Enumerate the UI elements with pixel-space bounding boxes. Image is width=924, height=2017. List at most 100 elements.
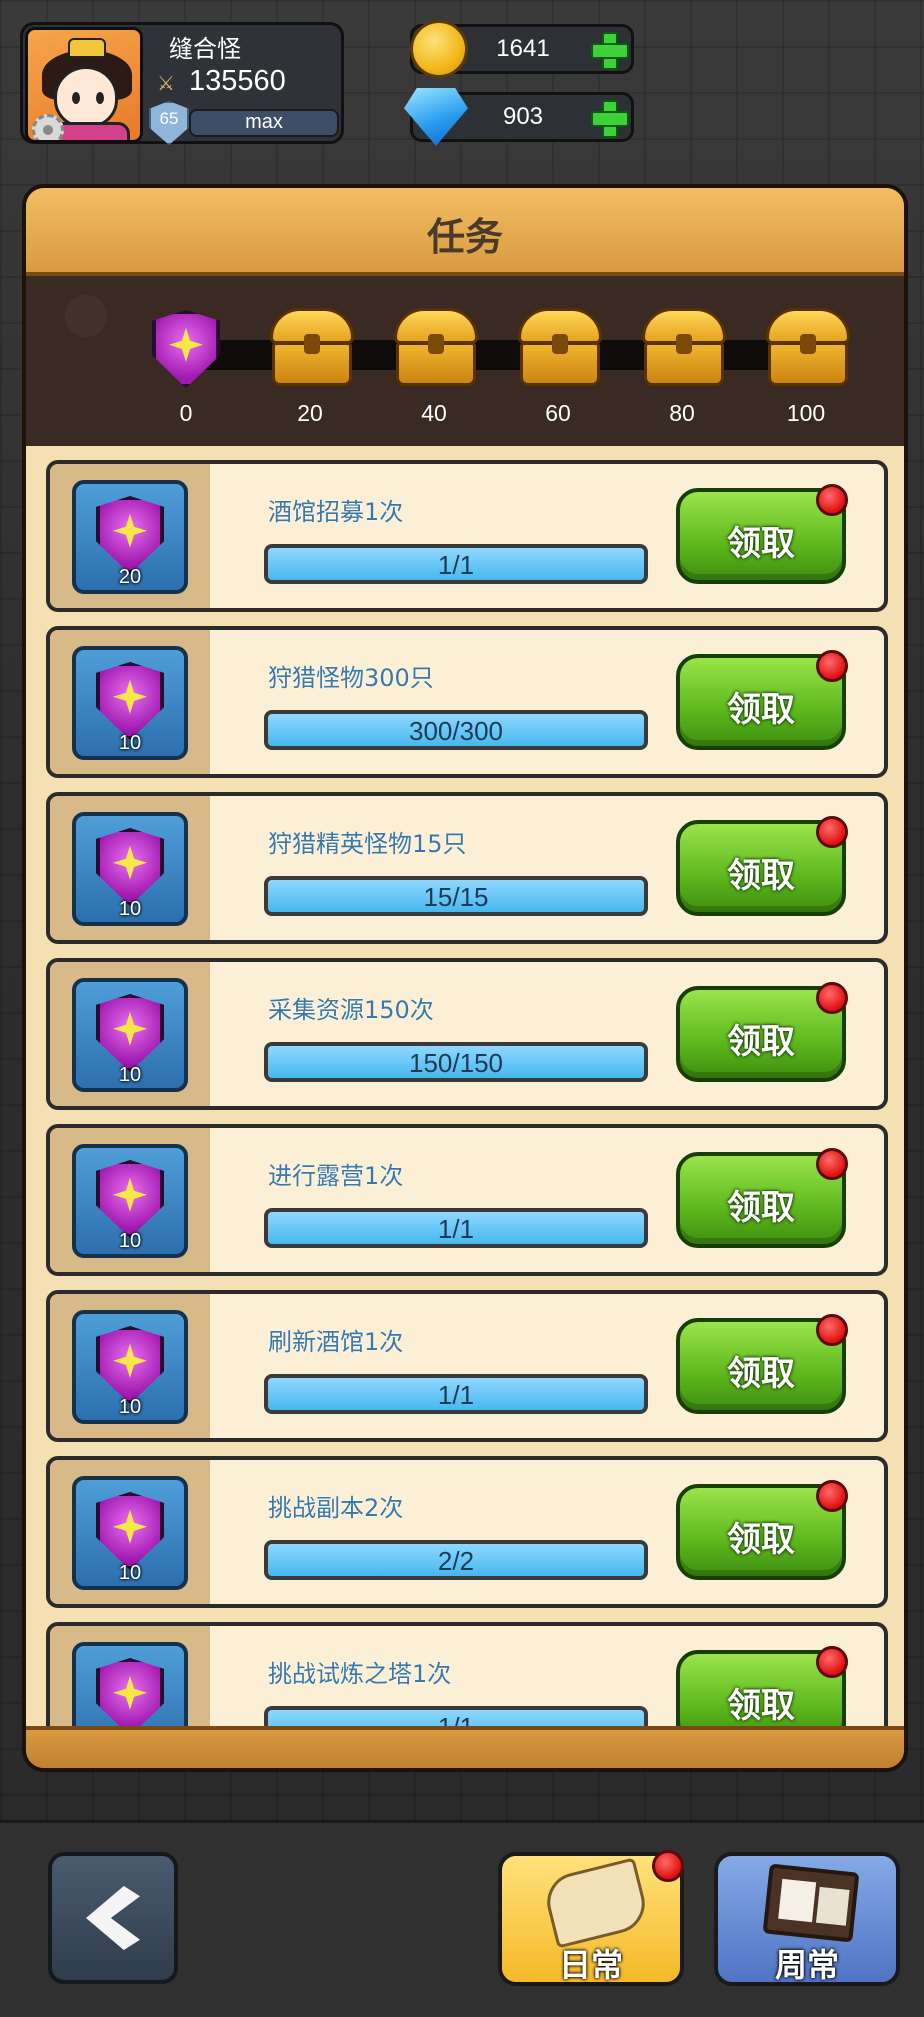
progress-text: 1/1 [437,550,475,580]
reward-box[interactable]: 10 [72,812,188,926]
task-row: 10 刷新酒馆1次 1/1 领取 [46,1290,888,1442]
claim-label: 领取 [727,690,795,730]
tab-weekly[interactable]: 周常 [714,1852,900,1986]
star-icon [169,327,203,362]
back-button[interactable] [48,1852,178,1984]
add-gem-plus-icon[interactable] [591,100,629,138]
task-name: 进行露营1次 [268,1162,404,1190]
scroll-icon [540,1857,652,1949]
progress-text: 1/1 [437,1214,475,1244]
reward-box[interactable]: 10 [72,1476,188,1590]
shield-icon [96,496,164,574]
chest-lock [304,334,320,354]
avatar-eye [96,92,104,104]
claim-label: 领取 [727,524,795,564]
milestone-3[interactable]: 60 [510,304,606,436]
milestone-2[interactable]: 40 [386,304,482,436]
chest-lock [552,334,568,354]
reward-amount: 10 [118,1230,142,1252]
progress-bar: 2/2 [264,1540,648,1580]
progress-bar: 1/1 [264,1208,648,1248]
progress-text: 2/2 [437,1546,475,1576]
shield-icon [96,828,164,906]
claim-label: 领取 [727,1354,795,1394]
claim-label: 领取 [727,1188,795,1228]
reward-amount: 10 [118,732,142,754]
task-name: 采集资源150次 [268,996,434,1024]
reward-amount: 10 [118,898,142,920]
player-avatar[interactable] [25,27,143,143]
gear-icon[interactable] [32,114,64,140]
milestone-strip: 0 20 40 60 80 100 [26,276,904,446]
chest-icon [766,308,850,386]
task-row: 20 酒馆招募1次 1/1 领取 [46,460,888,612]
avatar-eye [72,92,80,104]
task-name: 挑战副本2次 [268,1494,404,1522]
chest-icon [270,308,354,386]
claim-label: 领取 [727,1022,795,1062]
swords-icon: ⚔ [157,71,175,95]
task-row: 10挑战试炼之塔1次1/1领取 [46,1622,888,1734]
notification-dot-icon [816,1314,848,1346]
claim-label: 领取 [727,1520,795,1560]
panel-title: 任务 [426,215,503,259]
milestone-4[interactable]: 80 [634,304,730,436]
shield-icon [152,310,220,388]
task-list[interactable]: 20 酒馆招募1次 1/1 领取 10 狩猎怪物300只 300/300 领取 10 狩猎精英怪物… [26,446,904,1734]
claim-button[interactable]: 领取 [676,1148,848,1248]
claim-button[interactable]: 领取 [676,982,848,1082]
player-name: 缝合怪 [169,35,241,63]
player-card[interactable]: 缝合怪 ⚔ 135560 65 max [20,22,344,145]
claim-label: 领取 [727,1686,795,1726]
reward-amount: 10 [118,1562,142,1584]
milestone-5[interactable]: 100 [758,304,854,436]
claim-button[interactable]: 领取 [676,484,848,584]
reward-box[interactable]: 20 [72,480,188,594]
task-row: 10 狩猎怪物300只 300/300 领取 [46,626,888,778]
milestone-label: 60 [545,400,571,426]
tab-weekly-label: 周常 [774,1946,839,1984]
reward-box[interactable]: 10 [72,646,188,760]
star-icon [113,513,147,548]
notification-dot-icon [652,1850,684,1882]
shield-icon [96,662,164,740]
milestone-label: 20 [297,400,323,426]
notice-board-icon [762,1863,860,1943]
claim-button[interactable]: 领取 [676,1480,848,1580]
reward-amount: 10 [118,1396,142,1418]
reward-box[interactable]: 10 [72,1642,188,1734]
task-row: 10 进行露营1次 1/1 领取 [46,1124,888,1276]
notification-dot-icon [816,816,848,848]
notification-dot-icon [816,1646,848,1678]
avatar-crown [68,38,106,58]
claim-button[interactable]: 领取 [676,816,848,916]
tab-daily[interactable]: 日常 [498,1850,684,1986]
task-panel: 任务 0 20 40 60 80 100 20 酒馆招募1次 1/1 领取 10 狩猎怪物300只 3… [22,184,908,1772]
task-name: 狩猎怪物300只 [268,664,434,692]
reward-box[interactable]: 10 [72,978,188,1092]
chest-icon [642,308,726,386]
claim-button[interactable]: 领取 [676,1314,848,1414]
shield-icon [96,1160,164,1238]
notification-dot-icon [816,484,848,516]
tab-daily-label: 日常 [558,1946,623,1984]
chest-icon [394,308,478,386]
task-name: 酒馆招募1次 [268,498,404,526]
shield-icon [96,994,164,1072]
task-row: 10 挑战副本2次 2/2 领取 [46,1456,888,1608]
notification-dot-icon [816,1148,848,1180]
reward-box[interactable]: 10 [72,1144,188,1258]
milestone-0[interactable]: 0 [138,304,234,436]
milestone-1[interactable]: 20 [262,304,358,436]
back-arrow-icon [86,1886,140,1950]
claim-button[interactable]: 领取 [676,650,848,750]
reward-amount: 20 [118,566,142,588]
reward-box[interactable]: 10 [72,1310,188,1424]
chest-lock [428,334,444,354]
claim-button[interactable]: 领取 [676,1646,848,1734]
gold-coin-icon [410,20,468,78]
exp-text: max [245,111,283,133]
star-icon [113,1011,147,1046]
claim-label: 领取 [727,856,795,896]
add-gold-plus-icon[interactable] [591,32,629,70]
